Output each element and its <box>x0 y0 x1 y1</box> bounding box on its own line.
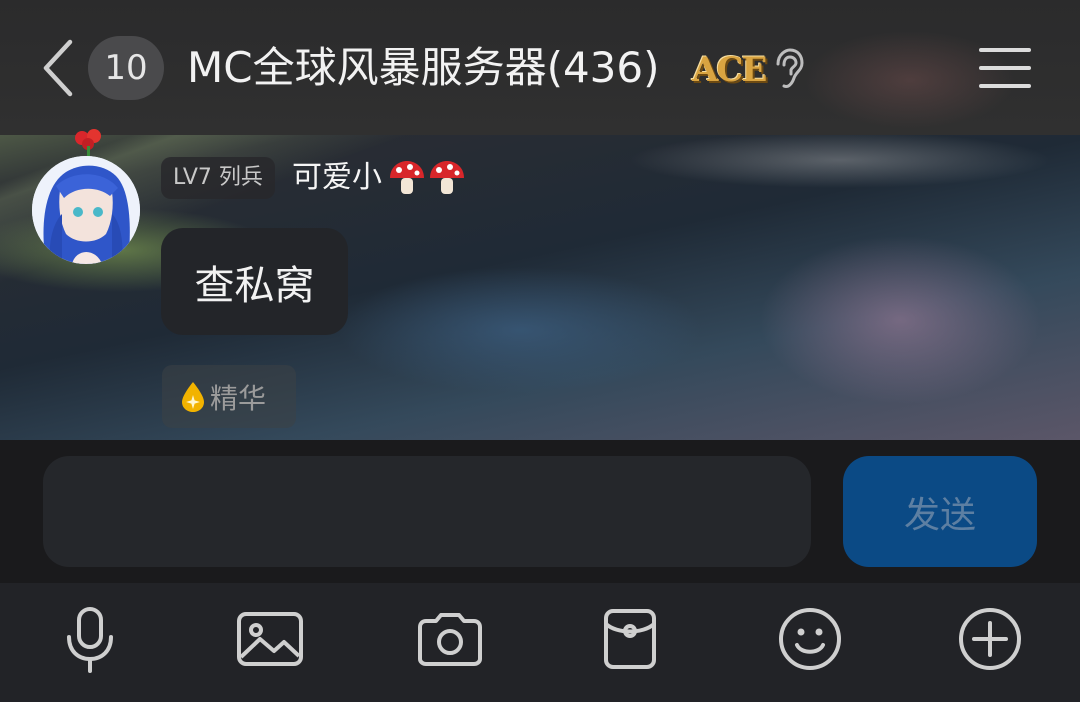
input-toolbar <box>0 583 1080 702</box>
red-packet-button[interactable] <box>590 599 670 679</box>
sender-avatar[interactable] <box>32 156 140 264</box>
chevron-left-icon <box>43 39 73 97</box>
droplet-sparkle-icon <box>182 381 204 412</box>
anime-girl-avatar-icon <box>32 156 140 264</box>
ear-icon[interactable] <box>772 48 804 90</box>
more-button[interactable] <box>950 599 1030 679</box>
back-button[interactable] <box>38 38 78 98</box>
mushroom-icon <box>430 161 464 194</box>
send-button[interactable]: 发送 <box>843 456 1037 567</box>
group-title[interactable]: MC全球风暴服务器(436) <box>187 40 660 96</box>
red-packet-icon <box>604 609 656 669</box>
plus-circle-icon <box>959 608 1021 670</box>
avatar-flower-decoration <box>75 129 101 158</box>
message-bubble[interactable]: 查私窝 <box>161 228 348 335</box>
image-button[interactable] <box>230 599 310 679</box>
voice-button[interactable] <box>50 599 130 679</box>
message-input[interactable] <box>43 456 811 567</box>
essence-tag-label: 精华 <box>210 381 267 415</box>
chat-header: 10 MC全球风暴服务器(436) ACE <box>0 0 1080 135</box>
ace-logo: ACE <box>692 50 767 90</box>
level-badge: LV7 列兵 <box>161 157 275 199</box>
sender-name[interactable]: 可爱小 <box>292 158 382 198</box>
image-icon <box>237 612 303 666</box>
camera-button[interactable] <box>410 599 490 679</box>
mushroom-icon <box>390 161 424 194</box>
camera-icon <box>418 613 482 666</box>
unread-count-badge[interactable]: 10 <box>88 36 164 100</box>
hamburger-menu-icon[interactable] <box>978 44 1032 92</box>
message-composer: 发送 <box>0 440 1080 583</box>
essence-tag[interactable]: 精华 <box>162 365 296 428</box>
microphone-icon <box>67 607 113 673</box>
chat-screen: 10 MC全球风暴服务器(436) ACE LV7 列兵 可爱小 查私窝 精华 … <box>0 0 1080 702</box>
emoji-icon <box>779 608 841 670</box>
emoji-button[interactable] <box>770 599 850 679</box>
